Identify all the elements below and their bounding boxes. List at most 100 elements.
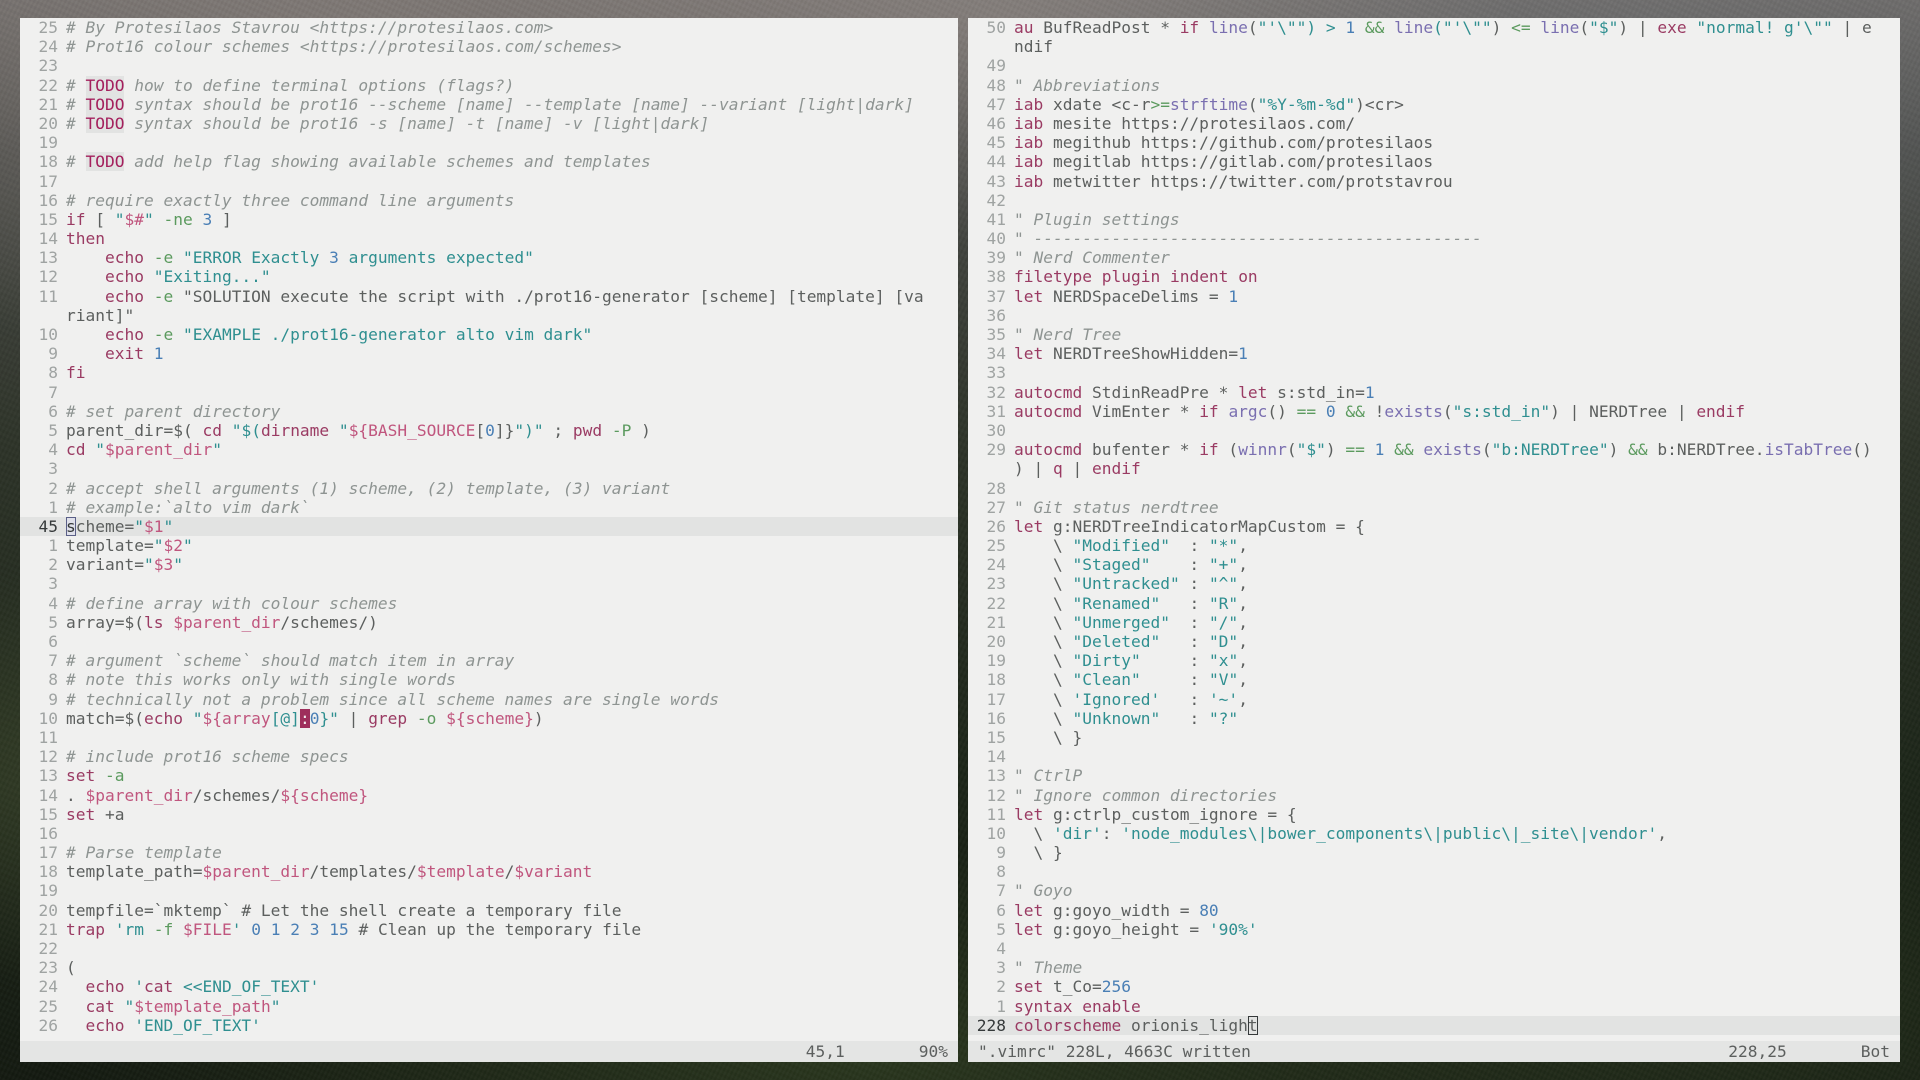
editor-line[interactable]: 22 [20, 939, 958, 958]
editor-line[interactable]: 11 let g:ctrlp_custom_ignore = { [968, 805, 1900, 824]
editor-line[interactable]: 29 autocmd bufenter * if (winnr("$") == 1… [968, 440, 1900, 459]
vim-window-left[interactable]: 25 # By Protesilaos Stavrou <https://prot… [20, 18, 958, 1062]
editor-line[interactable]: 13 " CtrlP [968, 766, 1900, 785]
editor-line[interactable]: 27 " Git status nerdtree [968, 498, 1900, 517]
editor-line[interactable]: 25 cat "$template_path" [20, 997, 958, 1016]
editor-line[interactable]: 20 tempfile=`mktemp` # Let the shell crea… [20, 901, 958, 920]
editor-line[interactable]: 16 [20, 824, 958, 843]
editor-line[interactable]: 15 \ } [968, 728, 1900, 747]
editor-line[interactable]: 10 echo -e "EXAMPLE ./prot16-generator a… [20, 325, 958, 344]
editor-line[interactable]: 39 " Nerd Commenter [968, 248, 1900, 267]
editor-buffer-left[interactable]: 25 # By Protesilaos Stavrou <https://prot… [20, 18, 958, 1035]
editor-line[interactable]: 46 iab mesite https://protesilaos.com/ [968, 114, 1900, 133]
editor-line[interactable]: 18 \ "Clean" : "V", [968, 670, 1900, 689]
editor-line[interactable]: 30 [968, 421, 1900, 440]
editor-line[interactable]: 35 " Nerd Tree [968, 325, 1900, 344]
editor-line[interactable]: 47 iab xdate <c-r>=strftime("%Y-%m-%d")<c… [968, 95, 1900, 114]
editor-line[interactable]: 17 \ 'Ignored' : '~', [968, 690, 1900, 709]
editor-line-current[interactable]: 45 scheme="$1" [20, 516, 958, 537]
editor-line[interactable]: 3 " Theme [968, 958, 1900, 977]
editor-line[interactable]: 4 cd "$parent_dir" [20, 440, 958, 459]
editor-line[interactable]: 21 \ "Unmerged" : "/", [968, 613, 1900, 632]
editor-line[interactable]: 49 [968, 56, 1900, 75]
editor-buffer-right[interactable]: 50 au BufReadPost * if line("'\"") > 1 &&… [968, 18, 1900, 1035]
editor-line[interactable]: 40 " ------------------------------------… [968, 229, 1900, 248]
editor-line[interactable]: 34 let NERDTreeShowHidden=1 [968, 344, 1900, 363]
editor-line[interactable]: 14 then [20, 229, 958, 248]
editor-line[interactable]: 20 # TODO syntax should be prot16 -s [nam… [20, 113, 958, 133]
editor-line[interactable]: 1 syntax enable [968, 997, 1900, 1016]
editor-line[interactable]: 15 set +a [20, 805, 958, 824]
editor-line[interactable]: 2 set t_Co=256 [968, 977, 1900, 996]
editor-line[interactable]: 1 template="$2" [20, 536, 958, 555]
editor-line[interactable]: 22 # TODO how to define terminal options … [20, 75, 958, 95]
editor-line[interactable]: 16 # require exactly three command line a… [20, 191, 958, 210]
editor-line[interactable]: 37 let NERDSpaceDelims = 1 [968, 287, 1900, 306]
editor-line[interactable]: 14 [968, 747, 1900, 766]
editor-line[interactable]: 33 [968, 363, 1900, 382]
editor-line[interactable]: 24 # Prot16 colour schemes <https://prote… [20, 37, 958, 56]
editor-line[interactable]: 18 # TODO add help flag showing available… [20, 152, 958, 172]
editor-line[interactable]: 38 filetype plugin indent on [968, 267, 1900, 286]
editor-line[interactable]: 41 " Plugin settings [968, 210, 1900, 229]
editor-line[interactable]: 11 echo -e "SOLUTION execute the script … [20, 287, 958, 306]
editor-line[interactable]: 10 match=$(echo "${array[@]:0}" | grep -o… [20, 708, 958, 728]
editor-line[interactable]: 43 iab metwitter https://twitter.com/prot… [968, 172, 1900, 191]
editor-line[interactable]: 12 echo "Exiting..." [20, 267, 958, 286]
editor-line[interactable]: 1 # example:`alto vim dark` [20, 498, 958, 517]
editor-line[interactable]: 45 iab megithub https://github.com/protes… [968, 133, 1900, 152]
editor-line[interactable]: 25 \ "Modified" : "*", [968, 536, 1900, 555]
editor-line[interactable]: 4 # define array with colour schemes [20, 594, 958, 613]
editor-line[interactable]: 5 array=$(ls $parent_dir/schemes/) [20, 613, 958, 632]
editor-line[interactable]: 11 [20, 728, 958, 747]
editor-line[interactable]: 23 \ "Untracked" : "^", [968, 574, 1900, 593]
editor-line[interactable]: 50 au BufReadPost * if line("'\"") > 1 &&… [968, 18, 1900, 37]
editor-line[interactable]: 9 exit 1 [20, 344, 958, 363]
editor-line[interactable]: 26 echo 'END_OF_TEXT' [20, 1016, 958, 1035]
editor-line[interactable]: 6 [20, 632, 958, 651]
editor-line[interactable]: 6 # set parent directory [20, 402, 958, 421]
editor-line[interactable]: 23 ( [20, 958, 958, 977]
editor-line[interactable]: 48 " Abbreviations [968, 76, 1900, 95]
editor-line[interactable]: 9 \ } [968, 843, 1900, 862]
editor-line[interactable]: 19 [20, 133, 958, 152]
editor-line[interactable]: 2 # accept shell arguments (1) scheme, (2… [20, 479, 958, 498]
editor-line[interactable]: 17 [20, 172, 958, 191]
editor-line[interactable]: 8 fi [20, 363, 958, 382]
editor-line[interactable]: 15 if [ "$#" -ne 3 ] [20, 210, 958, 229]
editor-line[interactable]: 26 let g:NERDTreeIndicatorMapCustom = { [968, 517, 1900, 536]
editor-line[interactable]: 23 [20, 56, 958, 75]
editor-line[interactable]: 5 parent_dir=$( cd "$(dirname "${BASH_SOU… [20, 421, 958, 440]
editor-line[interactable]: 7 # argument `scheme` should match item i… [20, 651, 958, 670]
editor-line[interactable]: 32 autocmd StdinReadPre * let s:std_in=1 [968, 383, 1900, 402]
editor-line[interactable]: 19 [20, 881, 958, 900]
editor-line[interactable]: 44 iab megitlab https://gitlab.com/protes… [968, 152, 1900, 171]
editor-line[interactable]: riant]" [20, 306, 958, 325]
editor-line[interactable]: 21 # TODO syntax should be prot16 --schem… [20, 94, 958, 114]
editor-line[interactable]: 5 let g:goyo_height = '90%' [968, 920, 1900, 939]
editor-line[interactable]: 31 autocmd VimEnter * if argc() == 0 && !… [968, 402, 1900, 421]
editor-line[interactable]: 21 trap 'rm -f $FILE' 0 1 2 3 15 # Clean … [20, 920, 958, 939]
editor-line[interactable]: 20 \ "Deleted" : "D", [968, 632, 1900, 651]
editor-line[interactable]: 16 \ "Unknown" : "?" [968, 709, 1900, 728]
editor-line[interactable]: 42 [968, 191, 1900, 210]
editor-line[interactable]: 22 \ "Renamed" : "R", [968, 594, 1900, 613]
editor-line[interactable]: 13 set -a [20, 766, 958, 785]
editor-line[interactable]: 12 " Ignore common directories [968, 786, 1900, 805]
editor-line[interactable]: 14 . $parent_dir/schemes/${scheme} [20, 786, 958, 805]
editor-line[interactable]: ) | q | endif [968, 459, 1900, 478]
editor-line[interactable]: 8 # note this works only with single word… [20, 670, 958, 689]
editor-line[interactable]: 10 \ 'dir': 'node_modules\|bower_compone… [968, 824, 1900, 843]
editor-line[interactable]: 4 [968, 939, 1900, 958]
editor-line[interactable]: 7 " Goyo [968, 881, 1900, 900]
editor-line[interactable]: 17 # Parse template [20, 843, 958, 862]
editor-line[interactable]: 18 template_path=$parent_dir/templates/$t… [20, 862, 958, 881]
editor-line[interactable]: 24 echo 'cat <<END_OF_TEXT' [20, 977, 958, 996]
editor-line[interactable]: 36 [968, 306, 1900, 325]
editor-line[interactable]: 8 [968, 862, 1900, 881]
vim-window-right[interactable]: 50 au BufReadPost * if line("'\"") > 1 &&… [968, 18, 1900, 1062]
editor-line[interactable]: 19 \ "Dirty" : "x", [968, 651, 1900, 670]
editor-line[interactable]: 12 # include prot16 scheme specs [20, 747, 958, 766]
editor-line[interactable]: 25 # By Protesilaos Stavrou <https://prot… [20, 18, 958, 37]
editor-line[interactable]: 3 [20, 574, 958, 593]
